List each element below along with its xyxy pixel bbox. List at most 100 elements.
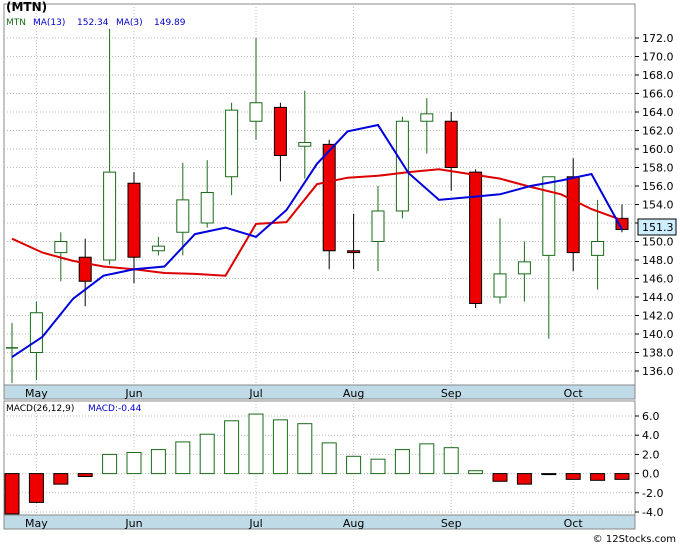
price-y-axis: 136.0 138.0 140.0 142.0 144.0 146.0 148.0 150.0… [635,32,674,378]
macd-bar [541,473,557,476]
candle [469,169,483,309]
watermark: © 12Stocks.com [593,534,676,545]
macd-bar [199,433,215,475]
price-y-tick-label: 162.0 [642,125,674,138]
macd-x-axis-band [3,514,636,530]
price-x-tick-label: Jun [124,387,142,400]
macd-bar [419,443,435,475]
candle-body [591,241,605,256]
candle-body [127,182,141,258]
price-y-tick-label: 154.0 [642,199,674,212]
macd-x-tick-label: Sep [441,517,462,530]
price-y-tick-label: 166.0 [642,88,674,101]
macd-y-tick-label: 4.0 [642,429,660,442]
macd-bar [53,473,69,485]
macd-bar [370,458,386,475]
price-x-tick-label: Jul [248,387,262,400]
chart-svg: 136.0 138.0 140.0 142.0 144.0 146.0 148.0 150.0… [3,0,677,545]
macd-bar [516,473,532,485]
candle-body [249,102,263,122]
macd-bar [492,473,508,482]
macd-bar [394,449,410,475]
price-y-tick-label: 164.0 [642,106,674,119]
candle-body [322,143,336,252]
stock-chart: 136.0 138.0 140.0 142.0 144.0 146.0 148.0 150.0… [0,0,680,546]
macd-bar [590,473,606,481]
macd-y-axis: -4.0 -2.0 0.0 2.0 4.0 6.0 [635,410,663,519]
candle-body [395,120,409,212]
ma-short-label: MA(3) [116,18,143,28]
macd-bar [565,473,581,480]
macd-bar [4,473,20,515]
macd-bar [102,453,118,475]
macd-y-tick-label: 6.0 [642,410,660,423]
candle-body [298,142,312,147]
macd-x-tick-label: Jul [248,517,262,530]
price-y-tick-label: 160.0 [642,143,674,156]
candle-body [29,312,43,354]
macd-bar [443,447,459,475]
candle-body [444,120,458,168]
candle-body [78,256,92,282]
macd-x-tick-label: May [25,517,48,530]
macd-y-tick-label: 2.0 [642,448,660,461]
price-y-tick-label: 142.0 [642,310,674,323]
candle-body [151,245,165,252]
candle-body [469,171,483,304]
macd-bar [224,420,240,475]
candle-body [371,210,385,243]
macd-x-tick-label: Jun [124,517,142,530]
price-y-tick-label: 140.0 [642,328,674,341]
macd-label: MACD(26,12,9) [6,404,74,414]
macd-bar [346,455,362,475]
macd-x-tick-label: Oct [564,517,584,530]
price-x-tick-label: May [25,387,48,400]
candle-body [273,106,287,156]
price-x-tick-label: Sep [441,387,462,400]
price-y-tick-label: 172.0 [642,32,674,45]
macd-bar [77,473,93,477]
price-x-tick-label: Aug [343,387,364,400]
price-x-tick-label: Oct [564,387,584,400]
macd-bar [126,451,142,475]
current-price-tag: 151.3 [642,221,674,234]
price-y-tick-label: 156.0 [642,180,674,193]
macd-bar [248,413,264,475]
candle-body [517,261,531,275]
price-x-axis-band [3,384,636,400]
ma-long-value: 152.34 [77,18,109,28]
macd-bar [272,419,288,475]
macd-x-tick-label: Aug [343,517,364,530]
ma-long-label: MA(13) [33,18,65,28]
macd-bar [175,441,191,475]
candle [322,139,336,270]
candle-body [103,171,117,261]
price-y-tick-label: 150.0 [642,236,674,249]
macd-value-label: MACD:-0.44 [88,404,142,414]
symbol-label: (MTN) [6,0,47,14]
candle-body [176,199,190,233]
macd-panel [3,400,636,530]
macd-y-tick-label: 0.0 [642,468,660,481]
price-y-tick-label: 146.0 [642,273,674,286]
candle [395,116,409,219]
candle-body [54,241,68,254]
macd-bar [614,473,630,480]
price-panel [3,3,636,400]
macd-bar [297,423,313,475]
candle-body [542,176,556,256]
candle-body [225,109,239,178]
macd-bar [321,442,337,475]
price-y-tick-label: 136.0 [642,365,674,378]
candle-body [347,250,361,254]
candle-body [493,273,507,298]
candle-body [420,113,434,122]
macd-bar [150,449,166,475]
price-y-tick-label: 170.0 [642,51,674,64]
candle-body [566,176,580,254]
price-y-tick-label: 148.0 [642,254,674,267]
ticker-label: MTN [6,18,26,28]
macd-y-tick-label: -4.0 [642,506,663,519]
macd-bar [468,470,484,475]
price-y-tick-label: 158.0 [642,162,674,175]
